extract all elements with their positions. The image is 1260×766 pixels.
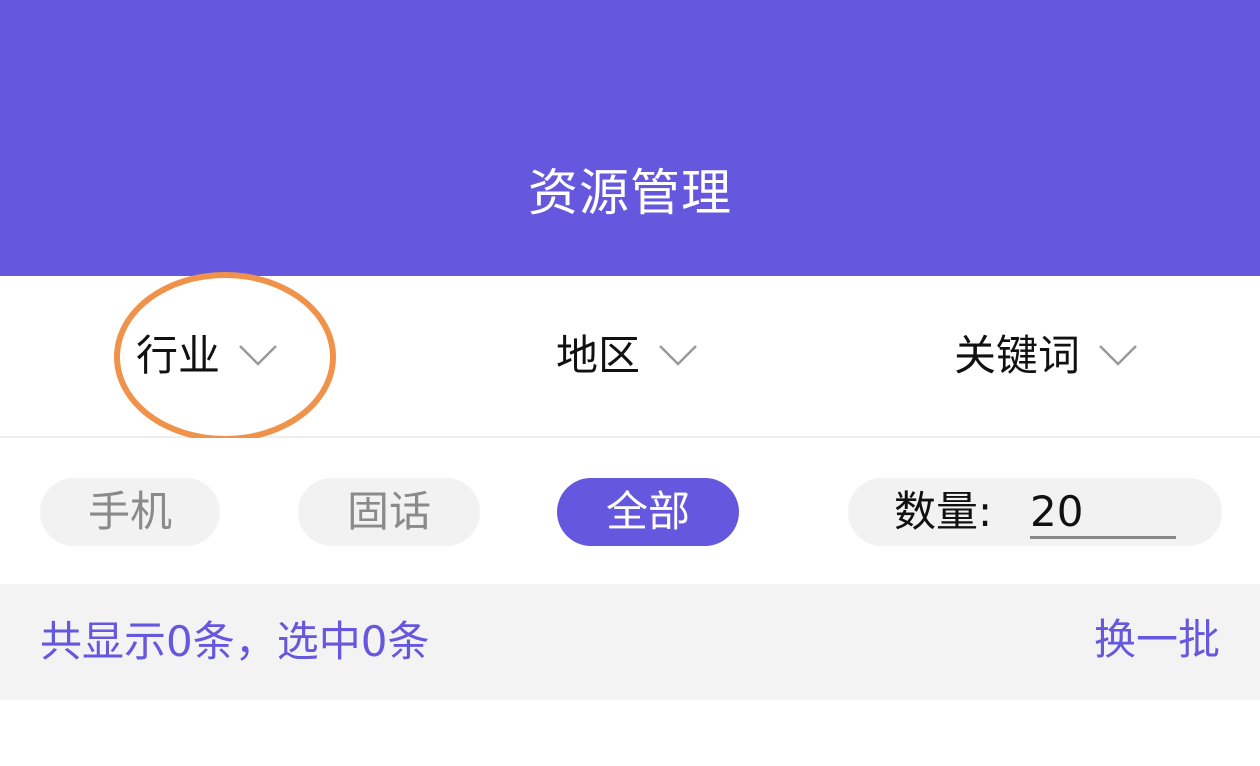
filter-bar: 行业 地区 关键词 [0, 276, 1260, 438]
selection-summary: 共显示0条，选中0条 [40, 617, 430, 666]
quantity-label: 数量: [894, 487, 993, 536]
filter-region-label: 地区 [556, 331, 641, 380]
filter-region[interactable]: 地区 [556, 328, 698, 384]
chevron-down-icon [1098, 344, 1138, 368]
app-header: 资源管理 [0, 0, 1260, 276]
filter-keyword-label: 关键词 [954, 331, 1081, 380]
summary-bar: 共显示0条，选中0条 换一批 [0, 584, 1260, 700]
quantity-field: 数量: [848, 478, 1222, 546]
chevron-down-icon [658, 344, 698, 368]
refresh-batch-button[interactable]: 换一批 [1094, 610, 1220, 670]
filter-industry[interactable]: 行业 [136, 328, 278, 384]
filter-industry-label: 行业 [136, 331, 221, 380]
chevron-down-icon [238, 344, 278, 368]
quantity-input[interactable] [1030, 486, 1176, 539]
type-options-row: 手机 固话 全部 数量: [0, 438, 1260, 584]
page-title: 资源管理 [528, 164, 732, 222]
option-mobile-button[interactable]: 手机 [40, 478, 220, 546]
option-landline-button[interactable]: 固话 [298, 478, 480, 546]
option-all-button[interactable]: 全部 [557, 478, 739, 546]
filter-keyword[interactable]: 关键词 [954, 328, 1138, 384]
